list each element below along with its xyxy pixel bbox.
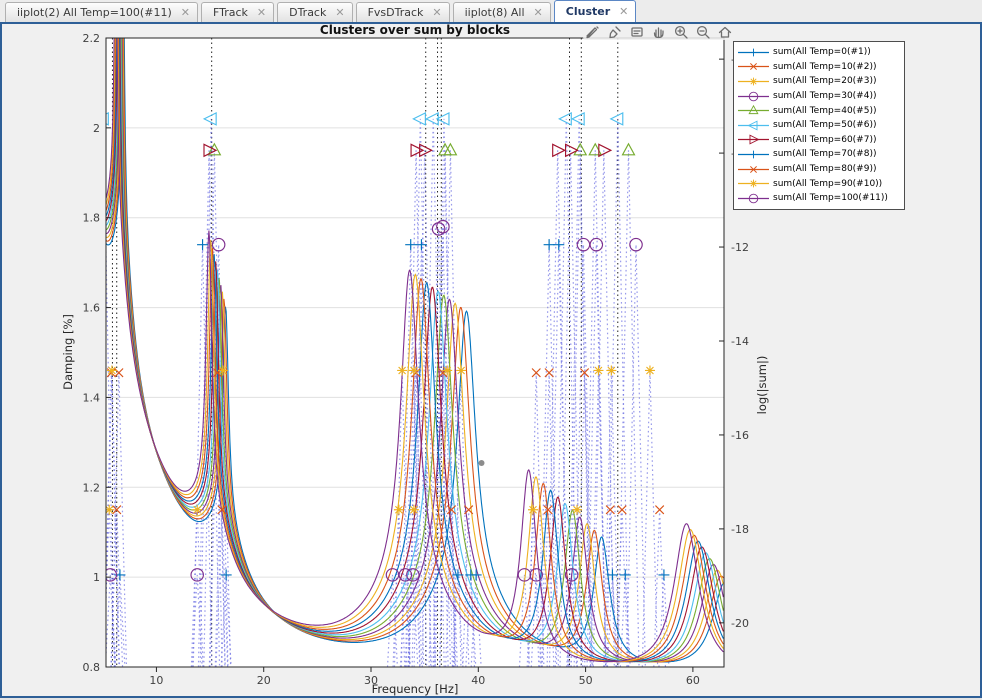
tab-close-icon[interactable]: ✕ [181, 8, 190, 18]
tab-fvsdtrack[interactable]: FvsDTrack ✕ [356, 2, 450, 22]
legend-marker-triangle-up [737, 104, 770, 117]
legend-entry[interactable]: sum(All Temp=80(#9)) [737, 162, 902, 177]
y-tick-label-left: 1.6 [83, 302, 101, 315]
tab-iiplot-8-all[interactable]: iiplot(8) All ✕ [453, 2, 551, 22]
tab-close-icon[interactable]: ✕ [619, 7, 628, 17]
legend-marker-circle [737, 192, 770, 205]
legend-label: sum(All Temp=10(#2)) [773, 62, 876, 72]
zoom-in-icon[interactable] [673, 24, 689, 40]
datatip-icon[interactable] [629, 24, 645, 40]
legend-label: sum(All Temp=20(#3)) [773, 76, 876, 86]
legend-label: sum(All Temp=50(#6)) [773, 120, 876, 130]
legend-marker-plus [737, 46, 770, 59]
y-tick-label-right: -18 [731, 523, 749, 536]
tab-close-icon[interactable]: ✕ [534, 8, 543, 18]
y-axis-label-left: Damping [%] [61, 314, 75, 390]
tab-label: iiplot(8) All [465, 6, 525, 19]
y-tick-label-left: 1.8 [83, 212, 101, 225]
legend-entry[interactable]: sum(All Temp=90(#10)) [737, 176, 902, 191]
legend-marker-circle [737, 90, 770, 103]
legend-entry[interactable]: sum(All Temp=50(#6)) [737, 118, 902, 133]
legend-marker-x [737, 163, 770, 176]
legend-entry[interactable]: sum(All Temp=20(#3)) [737, 74, 902, 89]
zoom-out-icon[interactable] [695, 24, 711, 40]
restore-view-icon[interactable] [717, 24, 733, 40]
legend-label: sum(All Temp=40(#5)) [773, 106, 876, 116]
legend-label: sum(All Temp=100(#11)) [773, 193, 888, 203]
y-tick-label-left: 1.4 [83, 391, 101, 404]
tab-close-icon[interactable]: ✕ [432, 8, 441, 18]
tab-cluster[interactable]: Cluster ✕ [554, 0, 637, 22]
legend-entry[interactable]: sum(All Temp=60(#7)) [737, 133, 902, 148]
legend-marker-asterisk [737, 75, 770, 88]
legend-marker-asterisk [737, 177, 770, 190]
legend-label: sum(All Temp=30(#4)) [773, 91, 876, 101]
legend-label: sum(All Temp=0(#1)) [773, 47, 871, 57]
legend-entry[interactable]: sum(All Temp=70(#8)) [737, 147, 902, 162]
legend-label: sum(All Temp=90(#10)) [773, 179, 882, 189]
tab-label: iiplot(2) All Temp=100(#11) [17, 6, 172, 19]
export-icon[interactable] [585, 24, 601, 40]
tab-label: FvsDTrack [368, 6, 424, 19]
y-tick-label-right: -16 [731, 429, 749, 442]
tab-dtrack[interactable]: DTrack ✕ [277, 2, 352, 22]
legend-label: sum(All Temp=80(#9)) [773, 164, 876, 174]
legend-marker-x [737, 60, 770, 73]
tab-bar: iiplot(2) All Temp=100(#11)✕FTrack✕DTrac… [0, 0, 982, 22]
tab-close-icon[interactable]: ✕ [257, 8, 266, 18]
tab-ftrack[interactable]: FTrack ✕ [201, 2, 274, 22]
axes-toolbar [583, 24, 735, 40]
legend-label: sum(All Temp=70(#8)) [773, 149, 876, 159]
tab-close-icon[interactable]: ✕ [335, 8, 344, 18]
brush-icon[interactable] [607, 24, 623, 40]
legend-marker-triangle-left [737, 119, 770, 132]
y-tick-label-left: 2 [93, 122, 100, 135]
legend-entry[interactable]: sum(All Temp=30(#4)) [737, 89, 902, 104]
tab-label: DTrack [289, 6, 326, 19]
pan-icon[interactable] [651, 24, 667, 40]
y-tick-label-right: -12 [731, 241, 749, 254]
legend-entry[interactable]: sum(All Temp=40(#5)) [737, 103, 902, 118]
legend[interactable]: sum(All Temp=0(#1)) sum(All Temp=10(#2)) s… [733, 41, 905, 210]
legend-marker-plus [737, 148, 770, 161]
legend-marker-triangle-right [737, 133, 770, 146]
y-axis-label-right: log(|sum|) [755, 356, 769, 415]
legend-entry[interactable]: sum(All Temp=10(#2)) [737, 60, 902, 75]
y-tick-label-right: -20 [731, 617, 749, 630]
y-tick-label-left: 1.2 [83, 481, 101, 494]
y-tick-label-left: 2.2 [83, 32, 101, 45]
tab-iiplot-2-all-temp-100-11-[interactable]: iiplot(2) All Temp=100(#11) ✕ [5, 2, 198, 22]
legend-entry[interactable]: sum(All Temp=0(#1)) [737, 45, 902, 60]
y-tick-label-left: 0.8 [83, 661, 101, 674]
screenshot-root: { "window": { "tabs": [ {"label": "iiplo… [0, 0, 982, 700]
legend-label: sum(All Temp=60(#7)) [773, 135, 876, 145]
stray-data-point [479, 460, 485, 466]
y-tick-label-left: 1 [93, 571, 100, 584]
y-tick-label-right: -14 [731, 335, 749, 348]
legend-entry[interactable]: sum(All Temp=100(#11)) [737, 191, 902, 206]
x-axis-label: Frequency [Hz] [106, 682, 724, 696]
tab-label: Cluster [566, 5, 610, 18]
tab-label: FTrack [213, 6, 248, 19]
